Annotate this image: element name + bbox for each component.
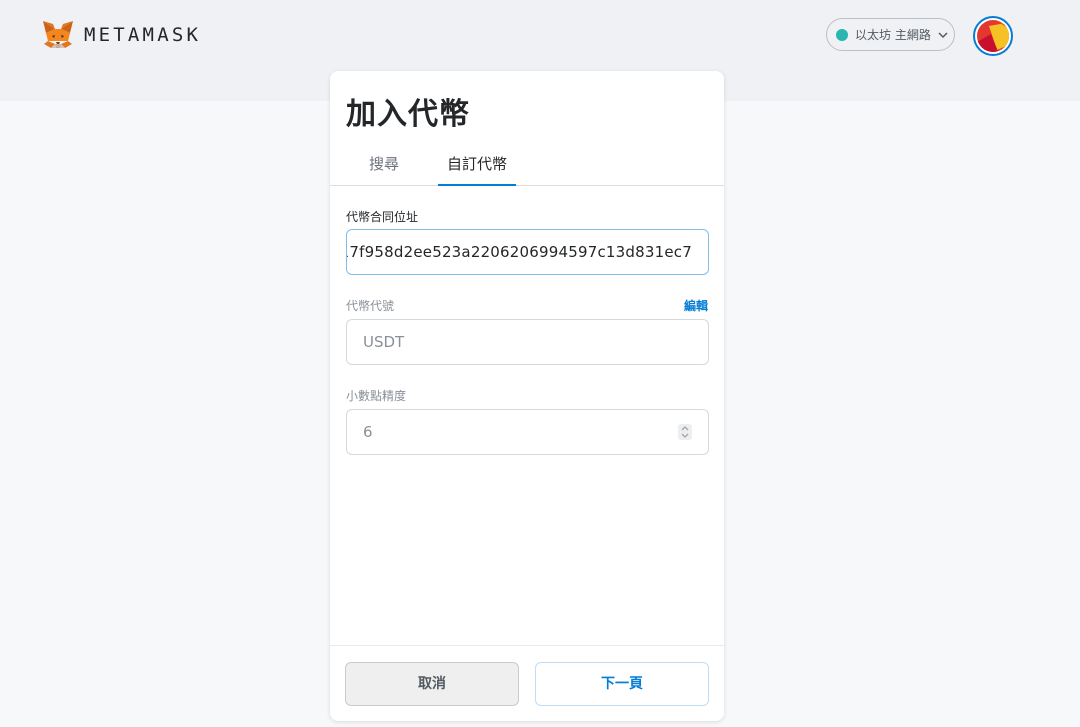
decimals-label: 小數點精度 (346, 389, 407, 403)
address-label: 代幣合同位址 (346, 210, 419, 224)
cancel-button[interactable]: 取消 (345, 662, 519, 706)
metamask-logo[interactable]: METAMASK (42, 20, 201, 50)
token-address-value: 0xdac17f958d2ee523a2206206994597c13d831e… (347, 243, 692, 261)
tab-search[interactable]: 搜尋 (354, 150, 414, 186)
token-tabs: 搜尋 自訂代幣 (330, 150, 724, 186)
network-label: 以太坊 主網路 (855, 28, 931, 42)
network-selector[interactable]: 以太坊 主網路 (826, 18, 955, 51)
next-button[interactable]: 下一頁 (535, 662, 709, 706)
stepper-arrows-icon (681, 426, 689, 438)
jazzicon-icon (977, 20, 1009, 52)
page-title: 加入代幣 (346, 97, 470, 132)
token-decimals-value: 6 (363, 423, 373, 441)
symbol-label: 代幣代號 (346, 299, 395, 313)
network-status-dot (836, 28, 848, 41)
account-avatar[interactable] (973, 16, 1013, 56)
chevron-down-icon (938, 31, 948, 38)
card-footer: 取消 下一頁 (330, 645, 724, 721)
tab-custom-token[interactable]: 自訂代幣 (438, 150, 516, 186)
edit-symbol-link[interactable]: 編輯 (684, 297, 708, 314)
token-symbol-value: USDT (363, 333, 405, 351)
token-decimals-input[interactable]: 6 (346, 409, 709, 455)
add-token-card: 加入代幣 搜尋 自訂代幣 代幣合同位址 0xdac17f958d2ee523a2… (330, 71, 724, 721)
number-stepper[interactable] (678, 424, 692, 440)
metamask-wordmark: METAMASK (84, 24, 202, 46)
token-address-input[interactable]: 0xdac17f958d2ee523a2206206994597c13d831e… (346, 229, 709, 275)
fox-icon (43, 21, 73, 48)
token-symbol-input[interactable]: USDT (346, 319, 709, 365)
